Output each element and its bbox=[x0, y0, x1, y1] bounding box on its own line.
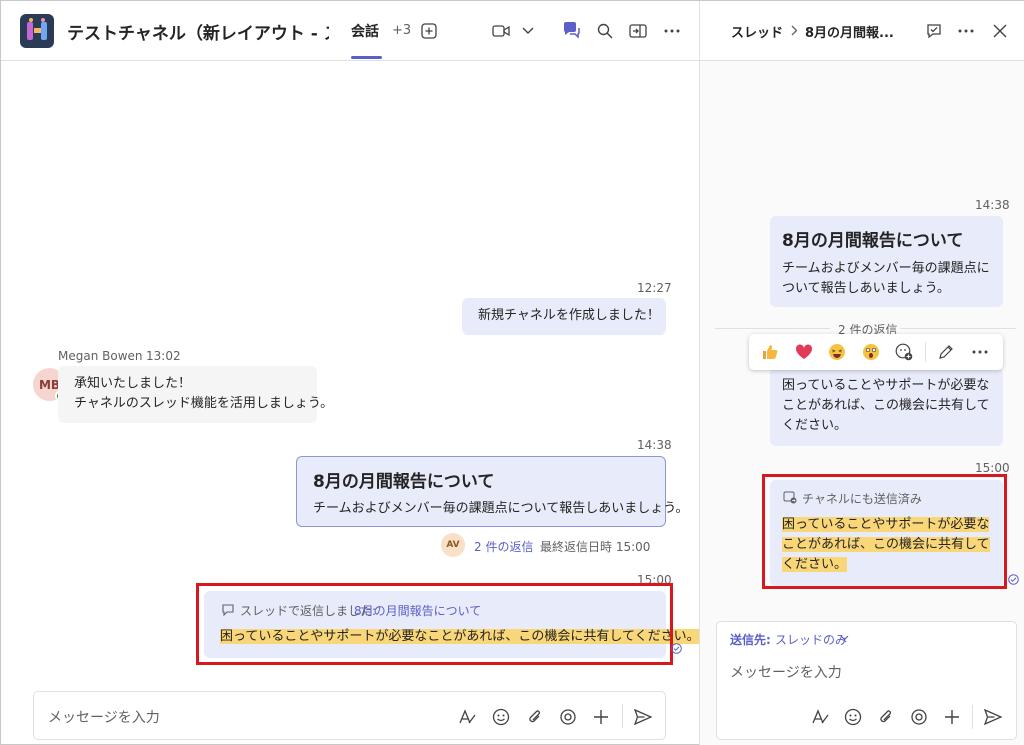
annotation-red-box bbox=[196, 583, 673, 665]
message-text: 新規チャネルを作成しました！ bbox=[478, 308, 660, 323]
add-tab-icon[interactable] bbox=[419, 21, 439, 41]
message-bubble[interactable]: 新規チャネルを作成しました！ bbox=[462, 298, 666, 335]
channel-title[interactable]: テストチャネル（新レイアウト - ス... bbox=[67, 19, 329, 44]
heart-icon[interactable] bbox=[794, 342, 814, 362]
message-author: Megan Bowen bbox=[58, 349, 143, 363]
post-subject: 8月の月間報告について bbox=[782, 231, 964, 251]
sent-check-icon bbox=[670, 642, 682, 654]
plus-icon[interactable] bbox=[941, 706, 963, 728]
search-icon[interactable] bbox=[595, 21, 615, 41]
message-timestamp: 13:02 bbox=[146, 349, 181, 363]
avatar[interactable]: AV bbox=[441, 533, 465, 557]
thread-compose-input[interactable]: メッセージを入力 bbox=[730, 662, 842, 682]
avatar-initials: MB bbox=[38, 377, 61, 392]
message-text: チームおよびメンバー毎の課題点について報告しあいましょう。 bbox=[313, 501, 689, 516]
breadcrumb-thread[interactable]: スレッド bbox=[731, 22, 783, 41]
message-timestamp: 12:27 bbox=[637, 281, 672, 295]
chevron-down-icon[interactable] bbox=[519, 21, 537, 41]
reply-bubble[interactable]: 困っていることやサポートが必要なことがあれば、この機会に共有してください。 bbox=[770, 368, 1003, 446]
send-to-label: 送信先: bbox=[730, 633, 771, 647]
thread-header: スレッド 8月の月間報... bbox=[700, 1, 1024, 61]
compose-divider bbox=[622, 704, 623, 728]
message-bubble[interactable]: 8月の月間報告について チームおよびメンバー毎の課題点について報告しあいましょう… bbox=[296, 456, 688, 527]
tab-active-indicator bbox=[351, 56, 382, 59]
sent-check-icon bbox=[1007, 573, 1019, 585]
message-timestamp: 14:38 bbox=[637, 438, 672, 452]
attach-icon[interactable] bbox=[524, 706, 546, 728]
message-bubble[interactable]: 承知いたしました！ チャネルのスレッド機能を活用しましょう。 bbox=[58, 366, 333, 423]
compose-input[interactable]: メッセージを入力 bbox=[48, 707, 160, 727]
emoji-icon[interactable] bbox=[490, 706, 512, 728]
compose-box[interactable]: メッセージを入力 bbox=[33, 691, 666, 740]
more-options-icon[interactable] bbox=[662, 21, 682, 41]
open-panel-icon[interactable] bbox=[628, 21, 648, 41]
compose-divider bbox=[972, 705, 973, 729]
breadcrumb-thread-title: 8月の月間報... bbox=[805, 26, 894, 41]
thumbs-up-icon[interactable] bbox=[760, 342, 780, 362]
video-call-icon[interactable] bbox=[491, 21, 511, 41]
send-icon[interactable] bbox=[982, 706, 1004, 728]
tab-conversation[interactable]: 会話 bbox=[351, 21, 379, 41]
loop-icon[interactable] bbox=[557, 706, 579, 728]
thread-panel: スレッド 8月の月間報... 14:38 8月の月間報告について チームおよびメ… bbox=[699, 1, 1024, 745]
message-subject: 8月の月間報告について bbox=[313, 472, 495, 492]
message-text: 承知いたしました！ bbox=[74, 376, 192, 391]
send-to-dropdown[interactable]: スレッドのみ bbox=[775, 631, 847, 648]
chevron-down-icon[interactable] bbox=[839, 633, 849, 643]
send-icon[interactable] bbox=[632, 706, 654, 728]
last-reply-time: 最終返信日時 15:00 bbox=[540, 540, 651, 554]
replies-link[interactable]: 2 件の返信 bbox=[474, 538, 533, 555]
follow-thread-icon[interactable] bbox=[923, 20, 945, 42]
message-text: チャネルのスレッド機能を活用しましょう。 bbox=[74, 396, 334, 411]
channel-header: テストチャネル（新レイアウト - ス... 会話 +3 bbox=[1, 1, 699, 61]
chat-icon[interactable] bbox=[560, 19, 582, 41]
laugh-icon[interactable] bbox=[827, 342, 847, 362]
team-avatar-icon[interactable] bbox=[20, 14, 54, 48]
add-reaction-icon[interactable] bbox=[894, 342, 914, 362]
thread-compose-box[interactable]: 送信先: スレッドのみ メッセージを入力 bbox=[716, 621, 1017, 740]
reply-timestamp: 15:00 bbox=[975, 461, 1010, 475]
close-icon[interactable] bbox=[990, 21, 1010, 41]
tab-more-count[interactable]: +3 bbox=[392, 23, 411, 38]
thread-root-post[interactable]: 8月の月間報告について チームおよびメンバー毎の課題点について報告しあいましょう… bbox=[770, 216, 1003, 307]
format-icon[interactable] bbox=[809, 706, 831, 728]
edit-icon[interactable] bbox=[936, 342, 956, 362]
reply-text: 困っていることやサポートが必要なことがあれば、この機会に共有してください。 bbox=[782, 378, 990, 433]
annotation-red-box bbox=[762, 474, 1007, 589]
emoji-icon[interactable] bbox=[842, 706, 864, 728]
attach-icon[interactable] bbox=[875, 706, 897, 728]
reply-divider-left bbox=[715, 328, 830, 329]
plus-icon[interactable] bbox=[590, 706, 612, 728]
post-body: チームおよびメンバー毎の課題点について報告しあいましょう。 bbox=[782, 261, 990, 296]
more-options-icon[interactable] bbox=[956, 21, 976, 41]
more-options-icon[interactable] bbox=[970, 342, 990, 362]
post-timestamp: 14:38 bbox=[975, 198, 1010, 212]
avatar-initials: AV bbox=[446, 540, 460, 550]
reaction-divider bbox=[925, 342, 926, 362]
format-icon[interactable] bbox=[456, 706, 478, 728]
chevron-right-icon bbox=[789, 23, 799, 37]
loop-icon[interactable] bbox=[908, 706, 930, 728]
reaction-bar bbox=[749, 334, 1003, 370]
surprised-icon[interactable] bbox=[861, 342, 881, 362]
reply-divider-right bbox=[900, 328, 1016, 329]
